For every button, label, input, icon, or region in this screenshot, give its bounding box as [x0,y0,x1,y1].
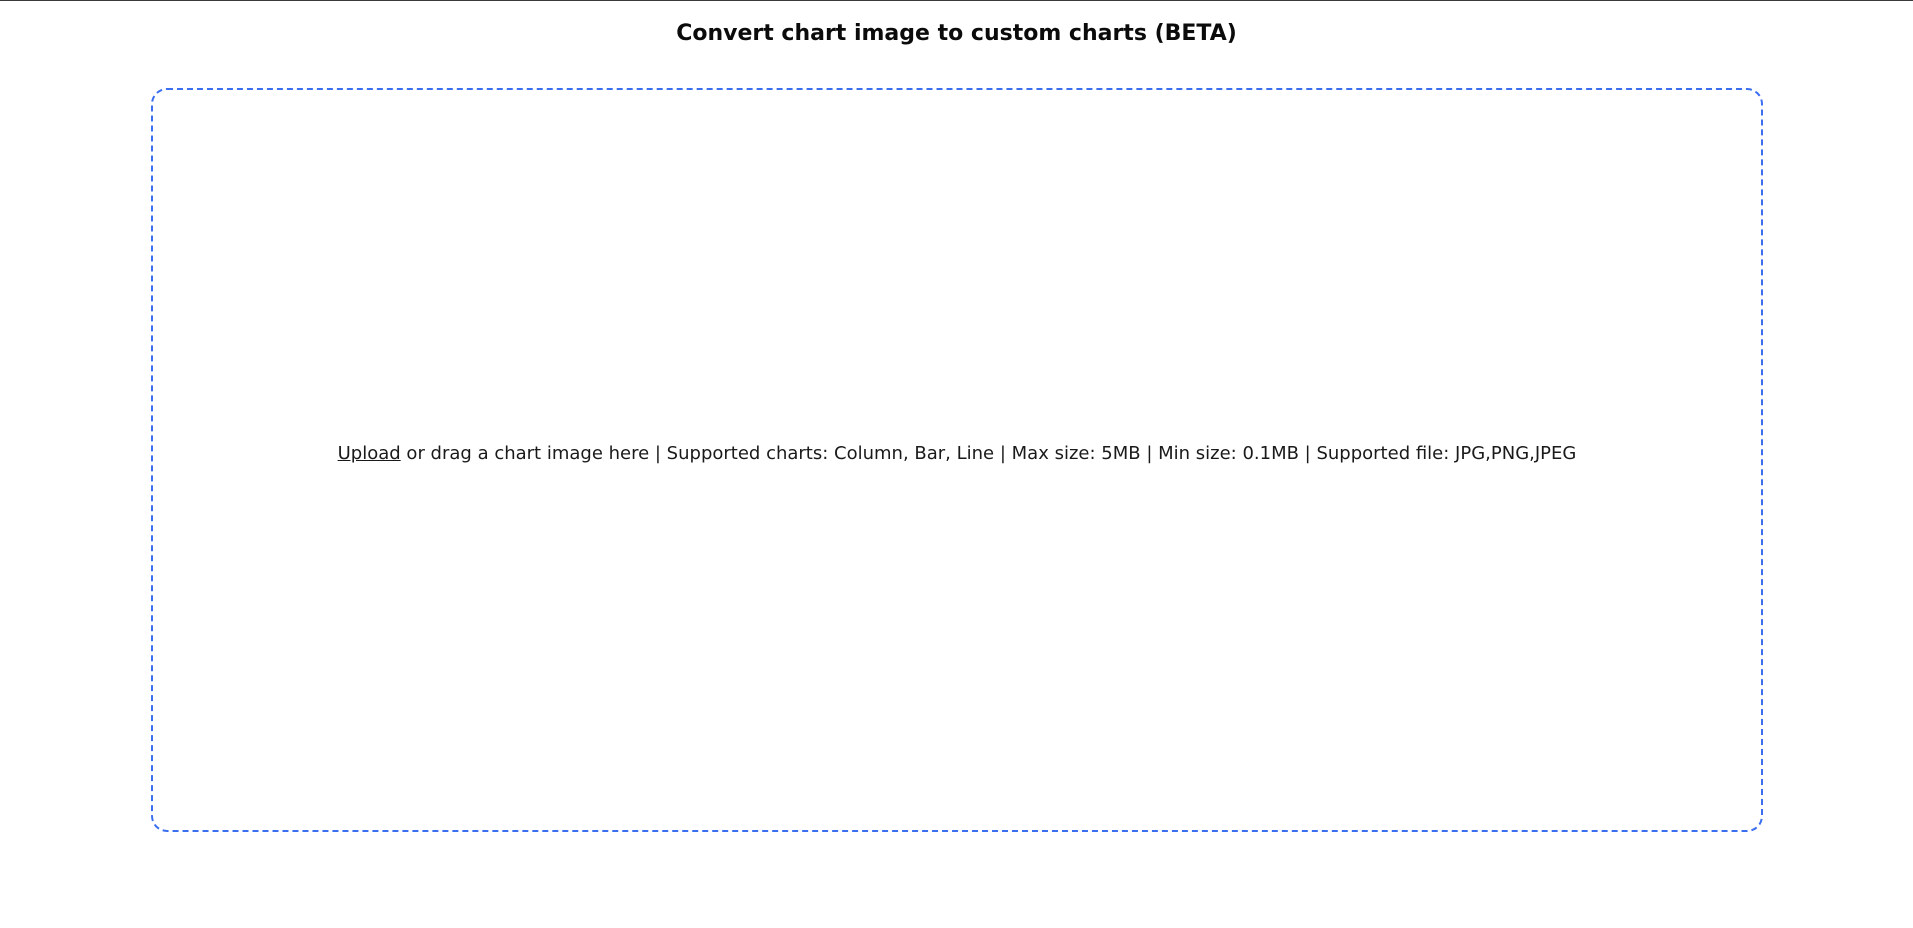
dropzone-help-text: or drag a chart image here | Supported c… [400,443,1577,464]
image-dropzone[interactable]: Upload or drag a chart image here | Supp… [151,88,1763,832]
upload-link[interactable]: Upload [338,443,401,464]
top-divider [0,0,1913,1]
dropzone-instructions: Upload or drag a chart image here | Supp… [338,442,1577,466]
page-title: Convert chart image to custom charts (BE… [676,21,1237,46]
